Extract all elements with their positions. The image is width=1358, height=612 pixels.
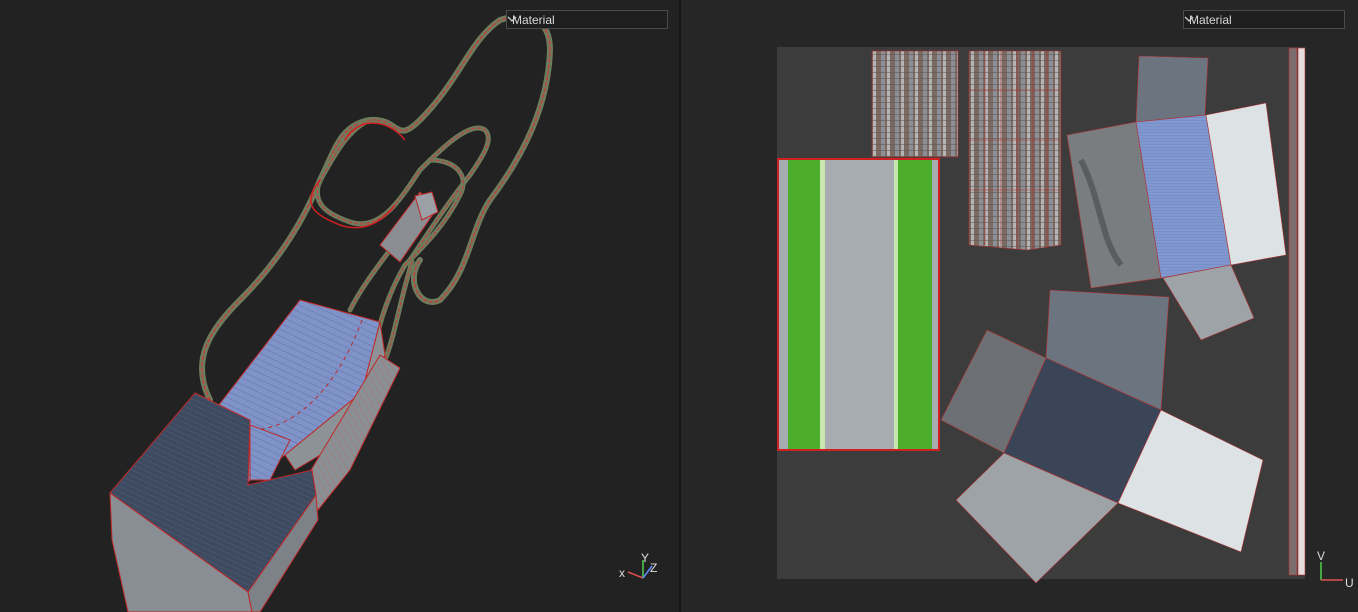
uv-island-roof-top bbox=[1135, 55, 1209, 123]
material-select-value: Material bbox=[512, 13, 555, 27]
material-select-3d[interactable]: Material bbox=[506, 10, 668, 29]
axis-z-label: Z bbox=[650, 561, 657, 575]
uv-island-columns-a bbox=[871, 50, 959, 158]
viewport-uv[interactable]: V U Material bbox=[681, 0, 1358, 612]
uv-island-road bbox=[777, 158, 940, 451]
axis-gizmo-icon: x Y Z bbox=[619, 551, 657, 580]
chevron-down-icon bbox=[1184, 16, 1194, 22]
axis-y-label: Y bbox=[641, 551, 649, 565]
axis-v-label: V bbox=[1317, 549, 1325, 563]
axis-x-label: x bbox=[619, 566, 625, 580]
uv-island-strip-b bbox=[1297, 47, 1306, 576]
uv-axis-gizmo-icon: V U bbox=[1317, 549, 1354, 590]
scene-3d-model[interactable]: x Y Z bbox=[0, 0, 679, 612]
uv-island-strip-a bbox=[1288, 47, 1298, 576]
material-select-uv[interactable]: Material bbox=[1183, 10, 1345, 29]
viewport-3d[interactable]: x Y Z Material bbox=[0, 0, 680, 612]
material-select-value: Material bbox=[1189, 13, 1232, 27]
chevron-down-icon bbox=[507, 16, 517, 22]
axis-u-label: U bbox=[1345, 576, 1354, 590]
uv-layout[interactable]: V U bbox=[681, 0, 1358, 612]
